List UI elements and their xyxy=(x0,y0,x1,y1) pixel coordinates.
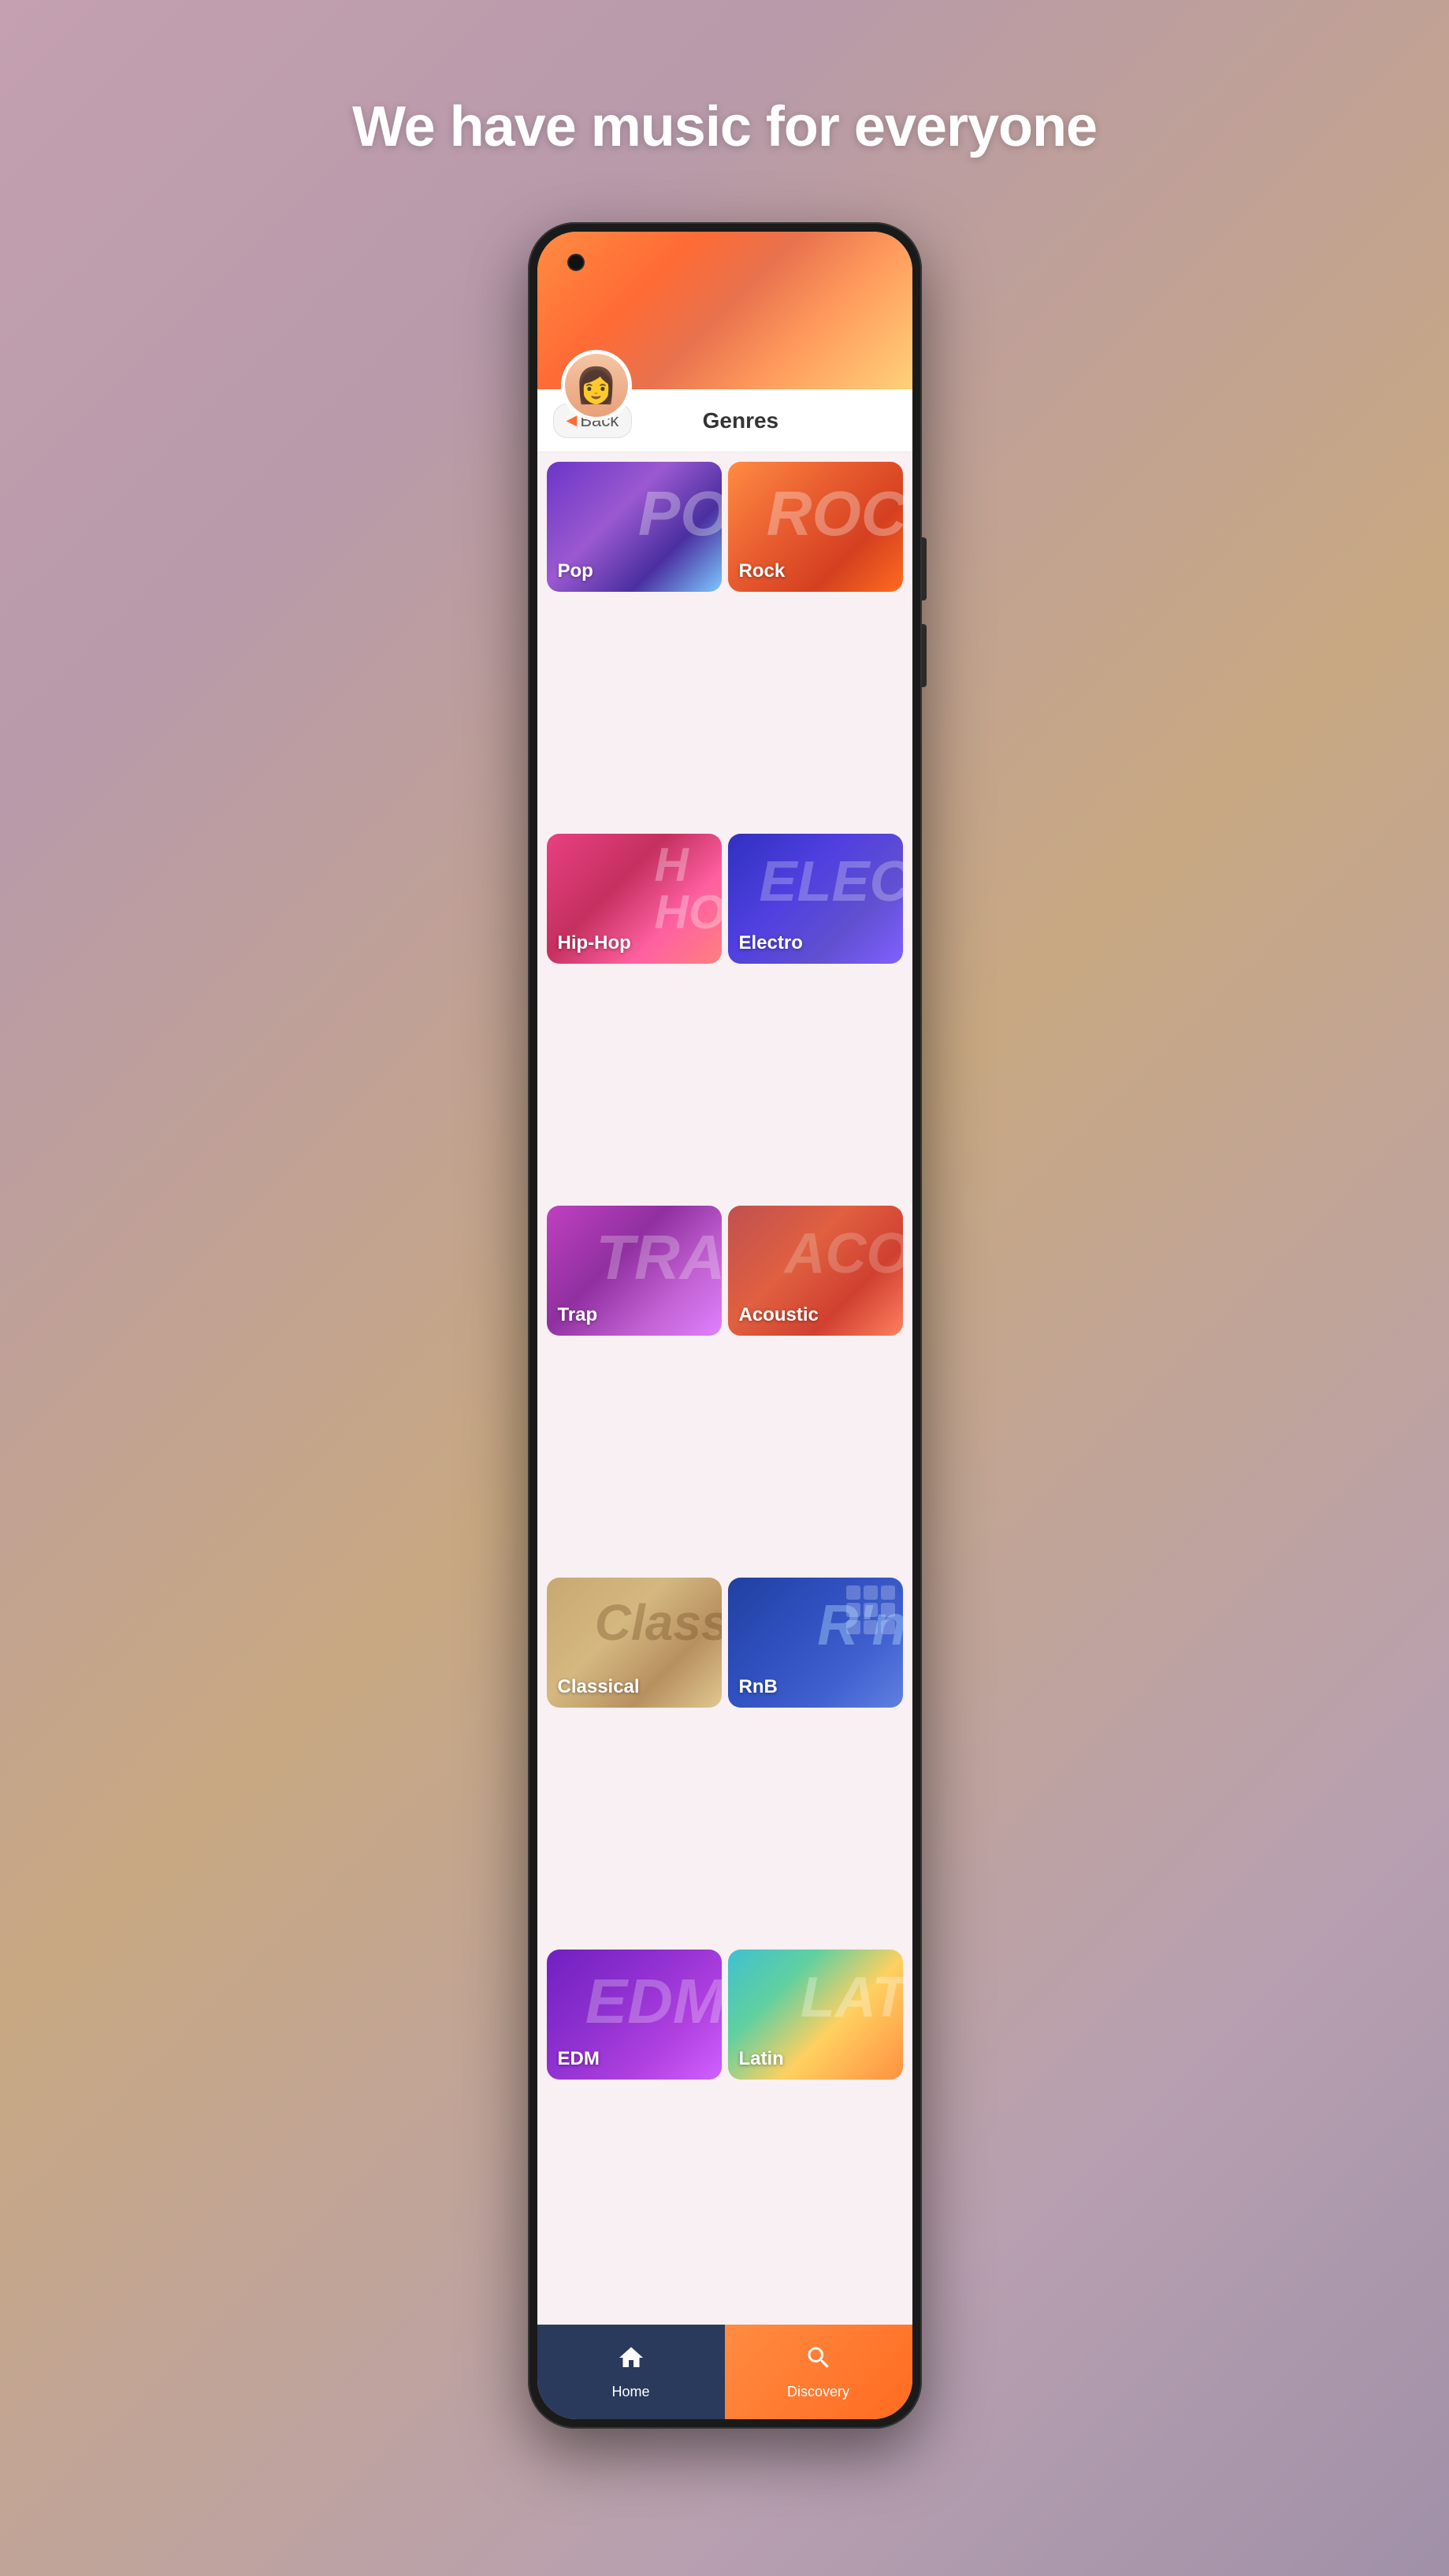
phone-screen: 👩 ◀ Back Genres PO Pop ROC Rock xyxy=(537,232,912,2419)
genre-label-electro: Electro xyxy=(739,932,803,954)
genre-label-acoustic: Acoustic xyxy=(739,1304,819,1326)
genre-overlay-electro: ELEC xyxy=(759,849,902,914)
genre-card-latin[interactable]: LAT Latin xyxy=(728,1950,903,2080)
tab-bar: Home Discovery xyxy=(537,2325,912,2419)
tab-discovery[interactable]: Discovery xyxy=(725,2325,912,2419)
genre-label-rock: Rock xyxy=(739,560,786,582)
genre-label-classical: Classical xyxy=(558,1676,640,1698)
genre-card-classical[interactable]: Class Classical xyxy=(547,1578,722,1708)
tab-home-label: Home xyxy=(611,2384,649,2400)
genre-card-pop[interactable]: PO Pop xyxy=(547,462,722,592)
phone-shell: 👩 ◀ Back Genres PO Pop ROC Rock xyxy=(528,222,922,2429)
genre-label-trap: Trap xyxy=(558,1304,598,1326)
genre-label-edm: EDM xyxy=(558,2048,600,2070)
back-arrow-icon: ◀ xyxy=(567,412,578,429)
genre-label-hiphop: Hip-Hop xyxy=(558,932,631,954)
genre-card-trap[interactable]: TRA Trap xyxy=(547,1206,722,1336)
page-headline: We have music for everyone xyxy=(352,95,1097,159)
genre-label-rnb: RnB xyxy=(739,1676,778,1698)
avatar[interactable]: 👩 xyxy=(561,350,632,421)
search-icon xyxy=(804,2344,833,2379)
genre-card-rock[interactable]: ROC Rock xyxy=(728,462,903,592)
camera-hole xyxy=(567,254,585,271)
genre-card-hiphop[interactable]: HHO Hip-Hop xyxy=(547,834,722,964)
genre-grid: PO Pop ROC Rock HHO Hip-Hop ELEC Electro xyxy=(537,452,912,2325)
nav-title: Genres xyxy=(632,408,849,433)
genre-overlay-latin: LAT xyxy=(801,1965,903,2030)
genre-overlay-pop: PO xyxy=(638,478,722,550)
genre-overlay-hiphop: HHO xyxy=(655,842,722,936)
volume-button xyxy=(922,624,927,687)
home-icon xyxy=(617,2344,645,2379)
genre-overlay-acoustic: ACO xyxy=(785,1221,903,1286)
genre-overlay-rock: ROC xyxy=(767,478,903,550)
tab-discovery-label: Discovery xyxy=(787,2384,849,2400)
tab-home[interactable]: Home xyxy=(537,2325,725,2419)
genre-card-rnb[interactable]: R'n RnB xyxy=(728,1578,903,1708)
genre-label-pop: Pop xyxy=(558,560,593,582)
genre-overlay-edm: EDM xyxy=(585,1965,722,2038)
genre-card-electro[interactable]: ELEC Electro xyxy=(728,834,903,964)
phone-header: 👩 xyxy=(537,232,912,389)
genre-card-edm[interactable]: EDM EDM xyxy=(547,1950,722,2080)
genre-overlay-rnb: R'n xyxy=(817,1593,902,1658)
avatar-face: 👩 xyxy=(565,354,628,417)
power-button xyxy=(922,537,927,600)
genre-label-latin: Latin xyxy=(739,2048,784,2070)
genre-overlay-trap: TRA xyxy=(596,1221,721,1294)
genre-card-acoustic[interactable]: ACO Acoustic xyxy=(728,1206,903,1336)
genre-overlay-classical: Class xyxy=(595,1593,722,1652)
